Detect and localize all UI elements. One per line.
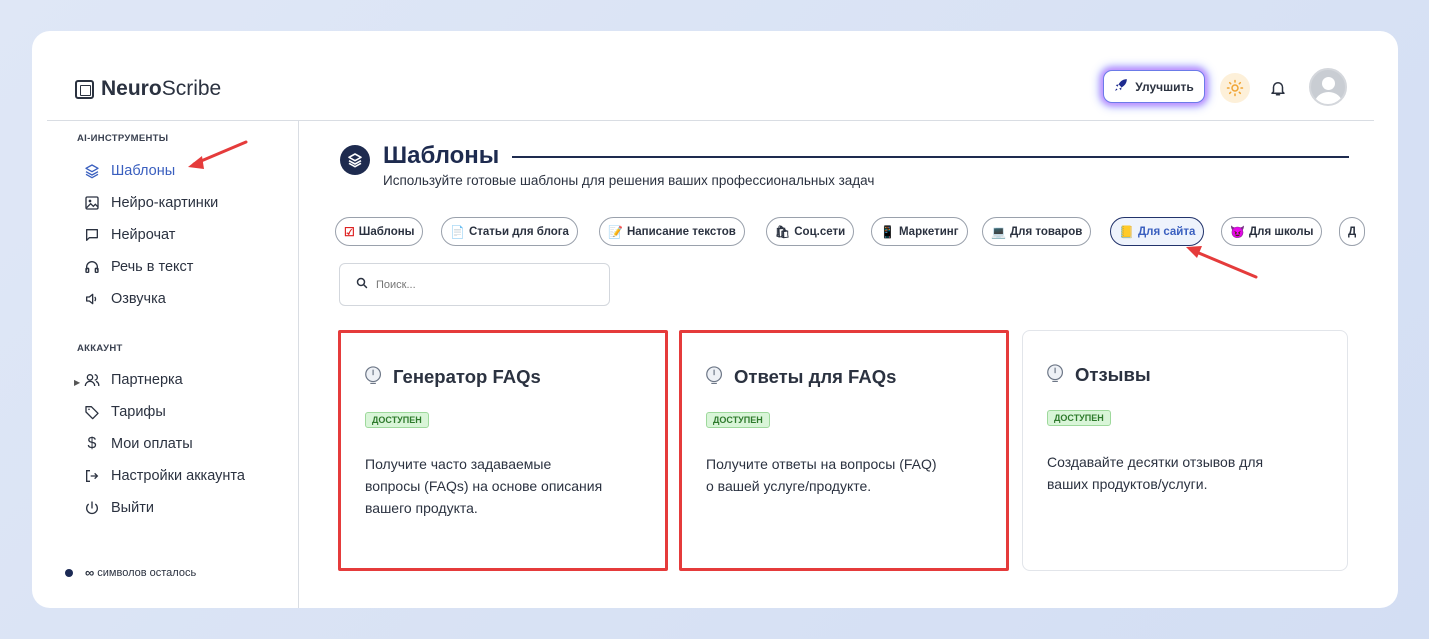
users-icon — [84, 372, 100, 388]
title-rule — [512, 156, 1349, 158]
sidebar-item-partners[interactable]: Партнерка — [84, 372, 183, 388]
remaining-label: символов осталось — [97, 566, 197, 579]
template-card-faq-generator[interactable]: Генератор FAQs ДОСТУПЕН Получите часто з… — [338, 330, 668, 571]
rocket-icon — [1114, 78, 1128, 95]
search-icon — [356, 276, 368, 294]
sidebar-item-label: Мои оплаты — [111, 436, 193, 452]
image-icon — [84, 195, 100, 211]
status-badge: ДОСТУПЕН — [706, 412, 770, 428]
page-title: Шаблоны — [383, 142, 500, 169]
page-subtitle: Используйте готовые шаблоны для решения … — [383, 173, 875, 188]
search-input[interactable] — [376, 278, 596, 291]
sidebar-section-ai: AI-ИНСТРУМЕНТЫ — [77, 133, 169, 144]
symbols-remaining: ∞ символов осталось — [65, 565, 196, 580]
upgrade-label: Улучшить — [1135, 79, 1194, 94]
chip-templates[interactable]: ☑ Шаблоны — [335, 217, 424, 246]
sidebar-item-label: Шаблоны — [111, 163, 176, 179]
template-card-faq-answers[interactable]: Ответы для FAQs ДОСТУПЕН Получите ответы… — [679, 330, 1009, 571]
card-title: Отзывы — [1045, 363, 1151, 387]
chip-for-school[interactable]: 😈 Для школы — [1221, 217, 1323, 246]
status-badge: ДОСТУПЕН — [1047, 410, 1111, 426]
lightbulb-icon — [363, 365, 385, 389]
lightbulb-icon — [704, 365, 726, 389]
sidebar-item-label: Озвучка — [111, 291, 166, 307]
sidebar-item-speech-to-text[interactable]: Речь в текст — [84, 259, 193, 275]
sidebar-item-tariffs[interactable]: Тарифы — [84, 404, 166, 420]
card-description: Создавайте десятки отзывов для ваших прод… — [1047, 454, 1264, 492]
sidebar-item-neuro-images[interactable]: Нейро-картинки — [84, 195, 218, 211]
sidebar-item-label: Партнерка — [111, 372, 183, 388]
notifications-bell-icon[interactable] — [1266, 75, 1290, 101]
sidebar: AI-ИНСТРУМЕНТЫ Шаблоны Нейро-картинки Не… — [32, 121, 298, 608]
annotation-arrow-chip — [1186, 246, 1258, 279]
power-icon — [84, 500, 100, 516]
tag-icon — [84, 404, 100, 420]
layers-icon — [84, 163, 100, 179]
sidebar-item-label: Нейрочат — [111, 227, 176, 243]
logout-arrow-icon — [84, 468, 100, 484]
chip-marketing[interactable]: 📱 Маркетинг — [871, 217, 968, 246]
sidebar-item-label: Нейро-картинки — [111, 195, 219, 211]
sidebar-item-label: Настройки аккаунта — [111, 468, 245, 484]
sidebar-item-label: Речь в текст — [111, 259, 194, 275]
chip-for-website[interactable]: 📒 Для сайта — [1110, 217, 1205, 246]
card-description: Получите часто задаваемые вопросы (FAQs) … — [365, 456, 603, 516]
upgrade-button[interactable]: Улучшить — [1103, 70, 1205, 103]
dollar-icon: $ — [87, 435, 97, 452]
sidebar-item-account-settings[interactable]: Настройки аккаунта — [84, 468, 245, 484]
card-title: Генератор FAQs — [363, 365, 541, 389]
status-dot — [65, 568, 73, 577]
status-badge: ДОСТУПЕН — [365, 412, 429, 428]
sidebar-item-neurochat[interactable]: Нейрочат — [84, 227, 175, 243]
top-bar: Neuro Scribe Улучшить — [32, 31, 1398, 120]
expand-caret-icon[interactable]: ▶ — [74, 378, 80, 387]
template-card-reviews[interactable]: Отзывы ДОСТУПЕН Создавайте десятки отзыв… — [1022, 330, 1348, 571]
logo-icon — [75, 79, 94, 99]
headphones-icon — [84, 259, 100, 275]
lightbulb-icon — [1045, 363, 1067, 387]
sidebar-item-label: Выйти — [111, 500, 154, 516]
brand-logo[interactable]: Neuro Scribe — [75, 77, 221, 101]
category-chips: ☑ Шаблоны 📄 Статьи для блога 📝 Написание те… — [335, 217, 1375, 247]
sidebar-item-my-payments[interactable]: $ Мои оплаты — [84, 435, 193, 452]
infinity-symbol: ∞ — [85, 565, 95, 580]
speaker-icon — [84, 291, 100, 307]
sidebar-item-logout[interactable]: Выйти — [84, 500, 154, 516]
chip-for-products[interactable]: 💻 Для товаров — [982, 217, 1092, 246]
brand-name-rest: Scribe — [161, 77, 222, 100]
theme-toggle-sun-icon[interactable] — [1220, 73, 1250, 103]
chip-blog-articles[interactable]: 📄 Статьи для блога — [441, 217, 578, 246]
sidebar-item-templates[interactable]: Шаблоны — [84, 163, 175, 179]
sidebar-item-voiceover[interactable]: Озвучка — [84, 291, 166, 307]
chat-icon — [84, 227, 100, 243]
sidebar-section-account: АККАУНТ — [77, 343, 123, 354]
chip-writing-texts[interactable]: 📝 Написание текстов — [599, 217, 745, 246]
sidebar-item-label: Тарифы — [111, 404, 166, 420]
card-title: Ответы для FAQs — [704, 365, 896, 389]
templates-header-layers-icon — [340, 145, 370, 175]
app-window: Neuro Scribe Улучшить AI-ИНСТРУМЕНТЫ Шабл… — [32, 31, 1398, 608]
search-box[interactable] — [339, 263, 610, 306]
user-avatar[interactable] — [1309, 68, 1347, 106]
brand-name-bold: Neuro — [101, 77, 162, 100]
chip-more[interactable]: Д — [1339, 217, 1366, 246]
chip-social-networks[interactable]: 🛍 Соц.сети — [766, 217, 855, 246]
card-description: Получите ответы на вопросы (FAQ) о вашей … — [706, 456, 937, 494]
